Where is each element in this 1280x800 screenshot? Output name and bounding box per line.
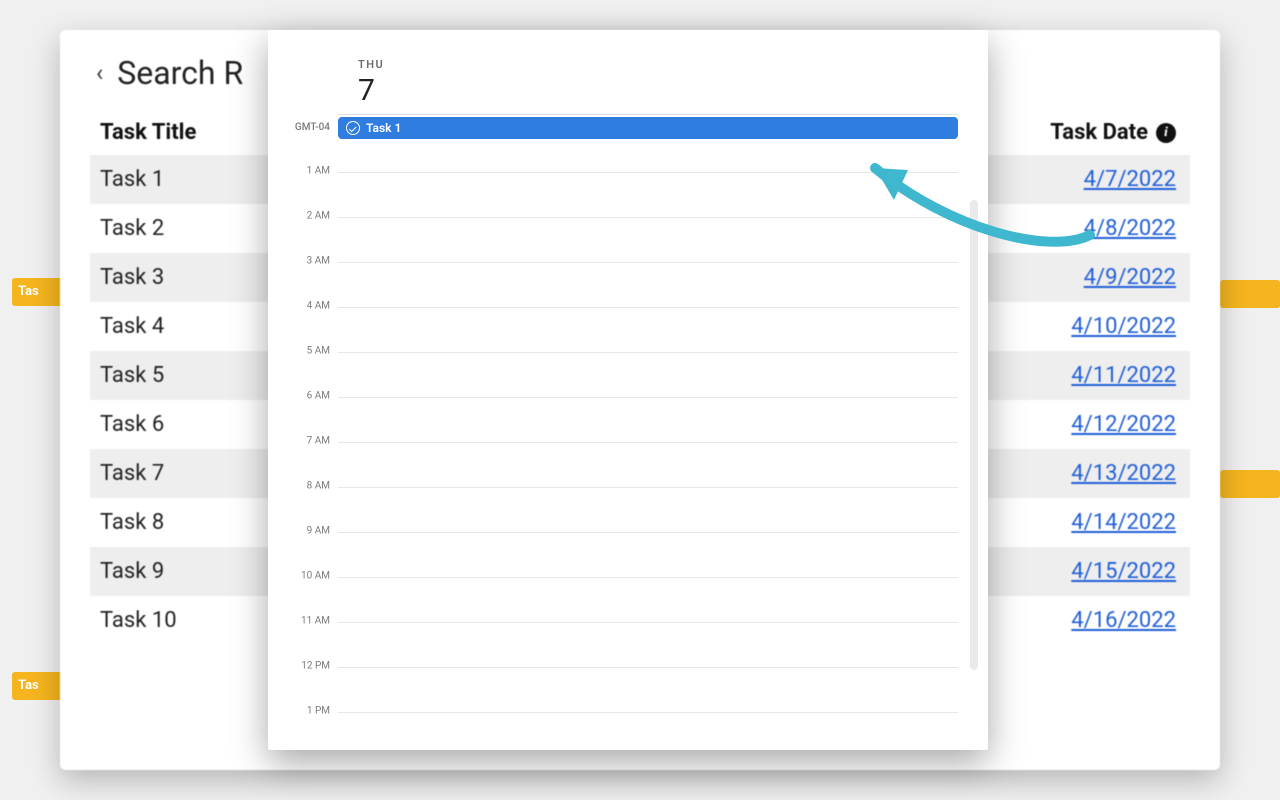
- task-title-cell: Task 9: [100, 559, 164, 584]
- calendar-event-title: Task 1: [366, 121, 401, 135]
- hour-label: 2 AM: [307, 211, 330, 222]
- hour-label: 1 PM: [307, 706, 330, 717]
- hour-label: 1 AM: [307, 166, 330, 177]
- check-circle-icon: [346, 121, 360, 135]
- task-date-link[interactable]: 4/9/2022: [1084, 265, 1176, 290]
- hour-gridline: [338, 262, 958, 263]
- task-title-cell: Task 10: [100, 608, 177, 633]
- hour-gridline: [338, 667, 958, 668]
- task-date-link[interactable]: 4/16/2022: [1071, 608, 1176, 633]
- task-date-link[interactable]: 4/14/2022: [1071, 510, 1176, 535]
- hour-label: 7 AM: [307, 436, 330, 447]
- calendar-day-of-week: THU: [358, 58, 988, 71]
- hour-gridline: [338, 217, 958, 218]
- hour-gridline: [338, 622, 958, 623]
- task-title-cell: Task 3: [100, 265, 164, 290]
- col-header-task-title: Task Title: [100, 120, 196, 145]
- task-title-cell: Task 8: [100, 510, 164, 535]
- calendar-day-number: 7: [358, 73, 988, 108]
- hour-label: 9 AM: [307, 526, 330, 537]
- calendar-bg-event: [1220, 470, 1280, 498]
- hour-gridline: [338, 487, 958, 488]
- hour-gridline: [338, 352, 958, 353]
- task-date-link[interactable]: 4/12/2022: [1071, 412, 1176, 437]
- calendar-scrollbar[interactable]: [970, 200, 978, 670]
- task-title-cell: Task 6: [100, 412, 164, 437]
- calendar-hour-grid[interactable]: Task 1: [338, 114, 958, 714]
- hour-label: 6 AM: [307, 391, 330, 402]
- calendar-event[interactable]: Task 1: [338, 117, 958, 139]
- hour-gridline: [338, 172, 958, 173]
- page-title: Search R: [117, 54, 243, 92]
- hour-label: 4 AM: [307, 301, 330, 312]
- task-date-link[interactable]: 4/13/2022: [1071, 461, 1176, 486]
- hour-gridline: [338, 577, 958, 578]
- hour-gridline: [338, 307, 958, 308]
- calendar-timezone: GMT-04: [295, 122, 330, 133]
- task-date-link[interactable]: 4/7/2022: [1084, 167, 1176, 192]
- hour-gridline: [338, 712, 958, 713]
- hour-gridline: [338, 397, 958, 398]
- calendar-bg-event: [1220, 280, 1280, 308]
- hour-gridline: [338, 532, 958, 533]
- hour-label: 12 PM: [301, 661, 330, 672]
- task-title-cell: Task 5: [100, 363, 164, 388]
- task-title-cell: Task 2: [100, 216, 164, 241]
- task-date-link[interactable]: 4/10/2022: [1071, 314, 1176, 339]
- hour-label: 3 AM: [307, 256, 330, 267]
- hour-gridline: [338, 442, 958, 443]
- col-header-task-date: Task Date i: [1050, 120, 1176, 145]
- info-icon[interactable]: i: [1156, 123, 1176, 143]
- back-chevron-icon[interactable]: ‹: [96, 59, 103, 87]
- hour-label: 10 AM: [301, 571, 330, 582]
- task-date-link[interactable]: 4/8/2022: [1084, 216, 1176, 241]
- task-title-cell: Task 1: [100, 167, 164, 192]
- task-date-link[interactable]: 4/11/2022: [1071, 363, 1176, 388]
- hour-label: 11 AM: [301, 616, 330, 627]
- hour-label: 5 AM: [307, 346, 330, 357]
- calendar-day-panel: THU 7 GMT-04 1 AM 2 AM 3 AM 4 AM 5 AM 6 AM 7 A…: [268, 30, 988, 750]
- task-title-cell: Task 4: [100, 314, 164, 339]
- task-title-cell: Task 7: [100, 461, 164, 486]
- hour-label: 8 AM: [307, 481, 330, 492]
- task-date-link[interactable]: 4/15/2022: [1071, 559, 1176, 584]
